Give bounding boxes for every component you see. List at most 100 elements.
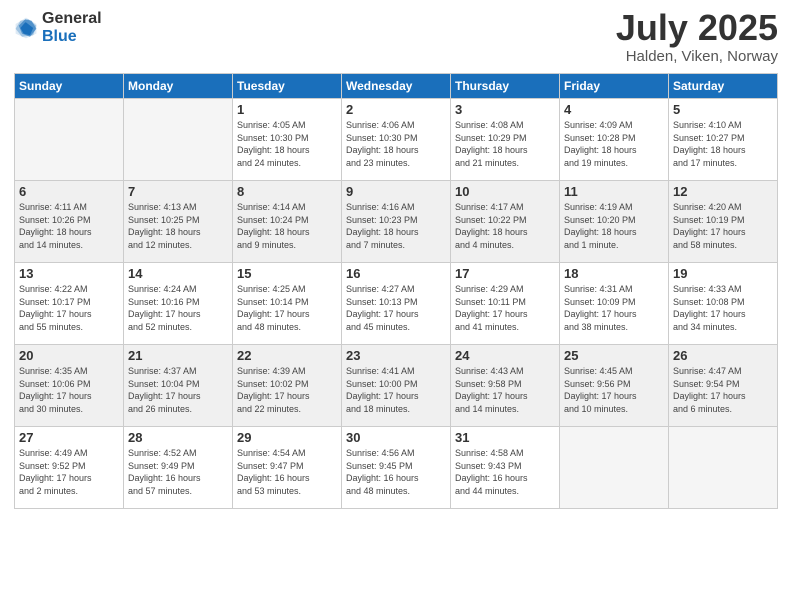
day-info: Sunrise: 4:05 AM Sunset: 10:30 PM Daylig… xyxy=(237,119,337,169)
table-row xyxy=(560,427,669,509)
header-thursday: Thursday xyxy=(451,74,560,99)
table-row: 26 Sunrise: 4:47 AM Sunset: 9:54 PM Dayli… xyxy=(669,345,778,427)
table-row: 15 Sunrise: 4:25 AM Sunset: 10:14 PM Dayl… xyxy=(233,263,342,345)
day-number: 6 xyxy=(19,184,119,199)
header-tuesday: Tuesday xyxy=(233,74,342,99)
table-row: 1 Sunrise: 4:05 AM Sunset: 10:30 PM Dayli… xyxy=(233,99,342,181)
day-info: Sunrise: 4:52 AM Sunset: 9:49 PM Dayligh… xyxy=(128,447,228,497)
header-monday: Monday xyxy=(124,74,233,99)
table-row: 21 Sunrise: 4:37 AM Sunset: 10:04 PM Dayl… xyxy=(124,345,233,427)
table-row: 11 Sunrise: 4:19 AM Sunset: 10:20 PM Dayl… xyxy=(560,181,669,263)
table-row: 12 Sunrise: 4:20 AM Sunset: 10:19 PM Dayl… xyxy=(669,181,778,263)
day-number: 13 xyxy=(19,266,119,281)
table-row: 22 Sunrise: 4:39 AM Sunset: 10:02 PM Dayl… xyxy=(233,345,342,427)
table-row xyxy=(124,99,233,181)
table-row: 2 Sunrise: 4:06 AM Sunset: 10:30 PM Dayli… xyxy=(342,99,451,181)
logo-text: General Blue xyxy=(42,10,102,45)
calendar-week-row: 13 Sunrise: 4:22 AM Sunset: 10:17 PM Dayl… xyxy=(15,263,778,345)
day-number: 9 xyxy=(346,184,446,199)
day-number: 27 xyxy=(19,430,119,445)
day-number: 10 xyxy=(455,184,555,199)
day-info: Sunrise: 4:39 AM Sunset: 10:02 PM Daylig… xyxy=(237,365,337,415)
day-info: Sunrise: 4:20 AM Sunset: 10:19 PM Daylig… xyxy=(673,201,773,251)
table-row: 27 Sunrise: 4:49 AM Sunset: 9:52 PM Dayli… xyxy=(15,427,124,509)
day-info: Sunrise: 4:27 AM Sunset: 10:13 PM Daylig… xyxy=(346,283,446,333)
day-number: 29 xyxy=(237,430,337,445)
day-info: Sunrise: 4:31 AM Sunset: 10:09 PM Daylig… xyxy=(564,283,664,333)
table-row: 3Sunrise: 4:08 AM Sunset: 10:29 PM Dayli… xyxy=(451,99,560,181)
day-number: 26 xyxy=(673,348,773,363)
header-wednesday: Wednesday xyxy=(342,74,451,99)
day-number: 18 xyxy=(564,266,664,281)
day-info: Sunrise: 4:47 AM Sunset: 9:54 PM Dayligh… xyxy=(673,365,773,415)
table-row: 18 Sunrise: 4:31 AM Sunset: 10:09 PM Dayl… xyxy=(560,263,669,345)
day-info: Sunrise: 4:33 AM Sunset: 10:08 PM Daylig… xyxy=(673,283,773,333)
day-info: Sunrise: 4:16 AM Sunset: 10:23 PM Daylig… xyxy=(346,201,446,251)
day-number: 22 xyxy=(237,348,337,363)
table-row xyxy=(15,99,124,181)
day-info: Sunrise: 4:10 AM Sunset: 10:27 PM Daylig… xyxy=(673,119,773,169)
title-location: Halden, Viken, Norway xyxy=(616,48,778,65)
day-number: 15 xyxy=(237,266,337,281)
table-row: 9 Sunrise: 4:16 AM Sunset: 10:23 PM Dayli… xyxy=(342,181,451,263)
day-info: Sunrise: 4:56 AM Sunset: 9:45 PM Dayligh… xyxy=(346,447,446,497)
table-row: 17 Sunrise: 4:29 AM Sunset: 10:11 PM Dayl… xyxy=(451,263,560,345)
day-info: Sunrise: 4:41 AM Sunset: 10:00 PM Daylig… xyxy=(346,365,446,415)
table-row: 16Sunrise: 4:27 AM Sunset: 10:13 PM Dayl… xyxy=(342,263,451,345)
day-number: 19 xyxy=(673,266,773,281)
day-info: Sunrise: 4:22 AM Sunset: 10:17 PM Daylig… xyxy=(19,283,119,333)
table-row: 24 Sunrise: 4:43 AM Sunset: 9:58 PM Dayli… xyxy=(451,345,560,427)
table-row: 19 Sunrise: 4:33 AM Sunset: 10:08 PM Dayl… xyxy=(669,263,778,345)
table-row: 20 Sunrise: 4:35 AM Sunset: 10:06 PM Dayl… xyxy=(15,345,124,427)
weekday-header-row: Sunday Monday Tuesday Wednesday Thursday… xyxy=(15,74,778,99)
day-info: Sunrise: 4:29 AM Sunset: 10:11 PM Daylig… xyxy=(455,283,555,333)
day-number: 2 xyxy=(346,102,446,117)
day-number: 14 xyxy=(128,266,228,281)
logo-general-text: General xyxy=(42,10,102,28)
table-row: 23 Sunrise: 4:41 AM Sunset: 10:00 PM Dayl… xyxy=(342,345,451,427)
day-number: 17 xyxy=(455,266,555,281)
calendar-week-row: 27 Sunrise: 4:49 AM Sunset: 9:52 PM Dayli… xyxy=(15,427,778,509)
header-saturday: Saturday xyxy=(669,74,778,99)
day-info: Sunrise: 4:11 AM Sunset: 10:26 PM Daylig… xyxy=(19,201,119,251)
day-info: Sunrise: 4:13 AM Sunset: 10:25 PM Daylig… xyxy=(128,201,228,251)
day-info: Sunrise: 4:54 AM Sunset: 9:47 PM Dayligh… xyxy=(237,447,337,497)
day-info: Sunrise: 4:35 AM Sunset: 10:06 PM Daylig… xyxy=(19,365,119,415)
table-row: 25Sunrise: 4:45 AM Sunset: 9:56 PM Dayli… xyxy=(560,345,669,427)
day-number: 21 xyxy=(128,348,228,363)
day-number: 3 xyxy=(455,102,555,117)
calendar-table: Sunday Monday Tuesday Wednesday Thursday… xyxy=(14,73,778,509)
table-row: 6 Sunrise: 4:11 AM Sunset: 10:26 PM Dayli… xyxy=(15,181,124,263)
day-number: 5 xyxy=(673,102,773,117)
page: General Blue July 2025 Halden, Viken, No… xyxy=(0,0,792,612)
table-row: 10Sunrise: 4:17 AM Sunset: 10:22 PM Dayl… xyxy=(451,181,560,263)
day-number: 23 xyxy=(346,348,446,363)
day-number: 20 xyxy=(19,348,119,363)
day-info: Sunrise: 4:49 AM Sunset: 9:52 PM Dayligh… xyxy=(19,447,119,497)
day-number: 31 xyxy=(455,430,555,445)
day-info: Sunrise: 4:06 AM Sunset: 10:30 PM Daylig… xyxy=(346,119,446,169)
table-row xyxy=(669,427,778,509)
logo: General Blue xyxy=(14,10,102,45)
calendar-week-row: 20 Sunrise: 4:35 AM Sunset: 10:06 PM Dayl… xyxy=(15,345,778,427)
day-number: 25 xyxy=(564,348,664,363)
day-info: Sunrise: 4:37 AM Sunset: 10:04 PM Daylig… xyxy=(128,365,228,415)
day-number: 24 xyxy=(455,348,555,363)
day-info: Sunrise: 4:25 AM Sunset: 10:14 PM Daylig… xyxy=(237,283,337,333)
day-info: Sunrise: 4:43 AM Sunset: 9:58 PM Dayligh… xyxy=(455,365,555,415)
day-number: 1 xyxy=(237,102,337,117)
day-info: Sunrise: 4:19 AM Sunset: 10:20 PM Daylig… xyxy=(564,201,664,251)
header-friday: Friday xyxy=(560,74,669,99)
table-row: 29 Sunrise: 4:54 AM Sunset: 9:47 PM Dayli… xyxy=(233,427,342,509)
title-month: July 2025 xyxy=(616,10,778,46)
day-number: 11 xyxy=(564,184,664,199)
table-row: 5 Sunrise: 4:10 AM Sunset: 10:27 PM Dayli… xyxy=(669,99,778,181)
logo-blue-text: Blue xyxy=(42,28,102,46)
table-row: 4Sunrise: 4:09 AM Sunset: 10:28 PM Dayli… xyxy=(560,99,669,181)
day-number: 4 xyxy=(564,102,664,117)
table-row: 13 Sunrise: 4:22 AM Sunset: 10:17 PM Dayl… xyxy=(15,263,124,345)
table-row: 30 Sunrise: 4:56 AM Sunset: 9:45 PM Dayli… xyxy=(342,427,451,509)
header: General Blue July 2025 Halden, Viken, No… xyxy=(14,10,778,65)
day-number: 30 xyxy=(346,430,446,445)
day-number: 12 xyxy=(673,184,773,199)
